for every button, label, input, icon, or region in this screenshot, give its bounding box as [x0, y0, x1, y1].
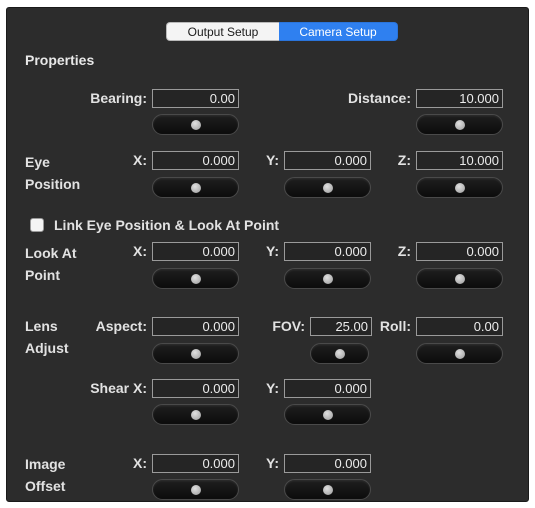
stepper-knob[interactable]: [454, 348, 465, 359]
offset-y-label: Y:: [266, 455, 279, 471]
shear-y-stepper[interactable]: [284, 404, 371, 425]
eye-z-label: Z:: [397, 152, 411, 168]
fov-stepper[interactable]: [310, 343, 369, 364]
distance-stepper[interactable]: [416, 114, 503, 135]
eye-x-stepper[interactable]: [152, 177, 239, 198]
link-eye-look-checkbox[interactable]: [30, 218, 44, 232]
eye-position-label-line1: Eye: [25, 154, 50, 170]
offset-x-label: X:: [133, 455, 147, 471]
properties-heading: Properties: [25, 52, 95, 68]
stepper-knob[interactable]: [190, 119, 201, 130]
shear-x-label: Shear X:: [90, 380, 147, 396]
stepper-knob[interactable]: [322, 182, 333, 193]
tab-camera-setup[interactable]: Camera Setup: [279, 22, 398, 41]
shear-x-field[interactable]: 0.000: [152, 379, 239, 398]
distance-field[interactable]: 10.000: [416, 89, 503, 108]
look-z-field[interactable]: 0.000: [416, 242, 503, 261]
offset-y-stepper[interactable]: [284, 479, 371, 500]
look-at-point-label: Look At Point: [25, 242, 77, 286]
look-y-stepper[interactable]: [284, 268, 371, 289]
roll-field[interactable]: 0.00: [416, 317, 503, 336]
eye-y-stepper[interactable]: [284, 177, 371, 198]
camera-setup-panel: Output Setup Camera Setup Properties Bea…: [6, 7, 529, 502]
eye-position-label: Eye Position: [25, 151, 80, 195]
shear-y-label: Y:: [266, 380, 279, 396]
aspect-stepper[interactable]: [152, 343, 239, 364]
bearing-field[interactable]: 0.00: [152, 89, 239, 108]
look-x-label: X:: [133, 243, 147, 259]
lens-adjust-label: Lens Adjust: [25, 315, 69, 359]
lens-adjust-label-line1: Lens: [25, 318, 58, 334]
eye-z-field[interactable]: 10.000: [416, 151, 503, 170]
image-offset-label-line1: Image: [25, 456, 66, 472]
stepper-knob[interactable]: [190, 273, 201, 284]
look-y-field[interactable]: 0.000: [284, 242, 371, 261]
shear-y-field[interactable]: 0.000: [284, 379, 371, 398]
lens-adjust-label-line2: Adjust: [25, 340, 69, 356]
link-eye-look-label[interactable]: Link Eye Position & Look At Point: [54, 216, 279, 235]
stepper-knob[interactable]: [322, 409, 333, 420]
stepper-knob[interactable]: [334, 348, 345, 359]
tab-output-setup[interactable]: Output Setup: [166, 22, 279, 41]
eye-z-stepper[interactable]: [416, 177, 503, 198]
look-x-stepper[interactable]: [152, 268, 239, 289]
stepper-knob[interactable]: [190, 409, 201, 420]
stepper-knob[interactable]: [322, 484, 333, 495]
stepper-knob[interactable]: [322, 273, 333, 284]
stepper-knob[interactable]: [190, 348, 201, 359]
bearing-stepper[interactable]: [152, 114, 239, 135]
shear-x-stepper[interactable]: [152, 404, 239, 425]
eye-y-field[interactable]: 0.000: [284, 151, 371, 170]
stepper-knob[interactable]: [454, 182, 465, 193]
look-at-label-line1: Look At: [25, 245, 77, 261]
stepper-knob[interactable]: [454, 273, 465, 284]
look-at-label-line2: Point: [25, 267, 60, 283]
stepper-knob[interactable]: [190, 484, 201, 495]
eye-position-label-line2: Position: [25, 176, 81, 192]
aspect-field[interactable]: 0.000: [152, 317, 239, 336]
offset-x-stepper[interactable]: [152, 479, 239, 500]
offset-x-field[interactable]: 0.000: [152, 454, 239, 473]
eye-y-label: Y:: [266, 152, 279, 168]
eye-x-label: X:: [133, 152, 147, 168]
roll-stepper[interactable]: [416, 343, 503, 364]
offset-y-field[interactable]: 0.000: [284, 454, 371, 473]
bearing-label: Bearing:: [90, 90, 147, 106]
aspect-label: Aspect:: [95, 318, 147, 334]
stepper-knob[interactable]: [454, 119, 465, 130]
look-x-field[interactable]: 0.000: [152, 242, 239, 261]
fov-label: FOV:: [272, 318, 305, 334]
stepper-knob[interactable]: [190, 182, 201, 193]
roll-label: Roll:: [379, 318, 411, 334]
image-offset-label-line2: Offset: [25, 478, 66, 494]
look-y-label: Y:: [266, 243, 279, 259]
fov-field[interactable]: 25.00: [310, 317, 372, 336]
look-z-label: Z:: [397, 243, 411, 259]
eye-x-field[interactable]: 0.000: [152, 151, 239, 170]
look-z-stepper[interactable]: [416, 268, 503, 289]
image-offset-label: Image Offset: [25, 453, 65, 497]
distance-label: Distance:: [347, 90, 411, 106]
